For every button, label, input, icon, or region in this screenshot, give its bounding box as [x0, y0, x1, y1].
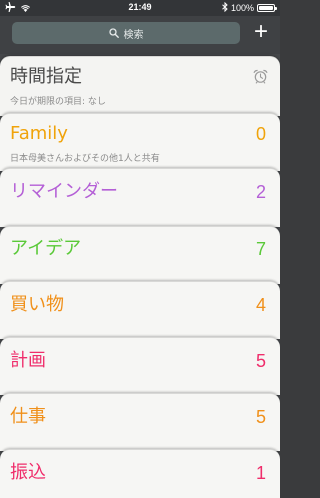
list-title-plans: 計画: [10, 350, 46, 371]
list-count-reminders: 2: [255, 182, 266, 202]
battery-icon: [257, 4, 277, 12]
list-title-family: Family: [10, 123, 68, 144]
list-title-transfer: 振込: [10, 462, 46, 483]
list-title-work: 仕事: [10, 406, 46, 427]
battery-percent: 100%: [230, 3, 254, 13]
list-title-ideas: アイデア: [10, 238, 82, 259]
list-count-shopping: 4: [255, 295, 266, 315]
list-card-family[interactable]: Family 0 日本母美さんおよびその他1人と共有: [0, 113, 280, 171]
status-right: 100%: [222, 1, 277, 14]
list-title-shopping: 買い物: [10, 294, 64, 315]
shared-with-text: 日本母美さんおよびその他1人と共有: [10, 154, 160, 164]
search-placeholder: 検索: [123, 29, 144, 41]
add-list-button[interactable]: +: [250, 20, 272, 46]
list-card-reminders[interactable]: リマインダー 2: [0, 168, 280, 227]
list-count-family: 0: [255, 124, 266, 144]
search-field[interactable]: 検索: [12, 22, 240, 44]
list-card-ideas[interactable]: アイデア 7: [0, 226, 280, 284]
list-count-work: 5: [255, 407, 266, 427]
scheduled-title: 時間指定: [10, 66, 82, 87]
header-bar: 検索 +: [0, 16, 280, 54]
alarm-clock-icon: [253, 69, 268, 88]
list-title-reminders: リマインダー: [10, 181, 118, 202]
search-icon: [108, 28, 119, 38]
list-card-shopping[interactable]: 買い物 4: [0, 281, 280, 339]
list-count-ideas: 7: [255, 239, 266, 259]
scheduled-card[interactable]: 時間指定 今日が期限の項目: なし: [0, 56, 280, 116]
list-card-transfer[interactable]: 振込 1: [0, 449, 280, 498]
list-card-plans[interactable]: 計画 5: [0, 337, 280, 395]
list-count-transfer: 1: [255, 463, 266, 483]
scheduled-subtitle: 今日が期限の項目: なし: [10, 97, 106, 107]
status-bar: 21:49 100%: [0, 0, 280, 16]
list-card-work[interactable]: 仕事 5: [0, 393, 280, 451]
reminders-screen: 21:49 100% 検索 + 時間指定 今日が期限の項目: なし Family…: [0, 0, 280, 498]
list-count-plans: 5: [255, 351, 266, 371]
bluetooth-icon: [222, 1, 228, 14]
